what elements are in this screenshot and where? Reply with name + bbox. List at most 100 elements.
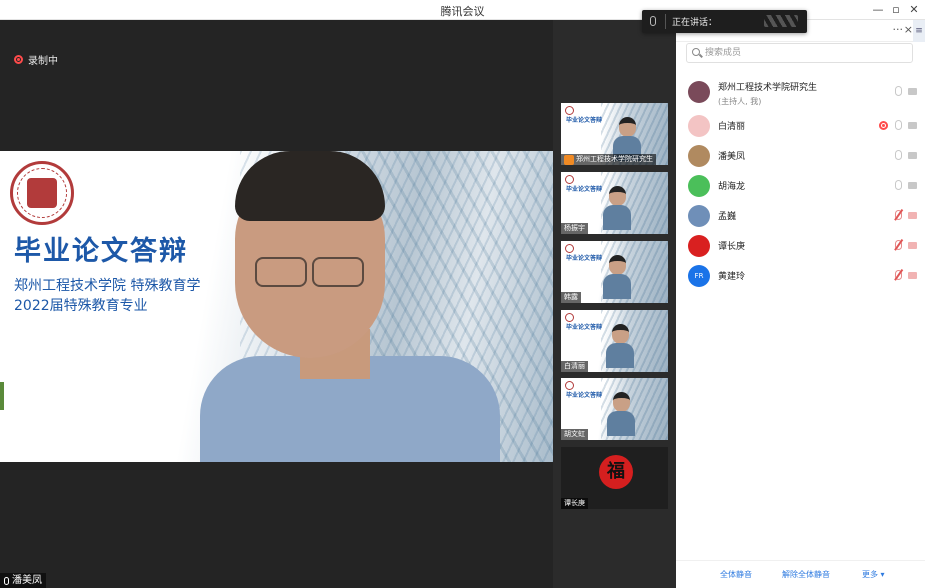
microphone-icon[interactable]	[895, 180, 902, 190]
speaker-glasses-right	[312, 257, 364, 287]
participant-row[interactable]: 白清丽	[676, 111, 925, 141]
video-tile[interactable]: 毕业论文答辩 郑州工程技术学院研究生	[561, 103, 668, 165]
close-window-button[interactable]: ✕	[905, 2, 923, 18]
tile-slide-title: 毕业论文答辩	[566, 392, 603, 399]
participant-name: 黄建玲	[718, 272, 746, 282]
speaking-indicator-popup: 正在讲话：	[642, 10, 807, 33]
main-speaker-name-tag: 潘美凤	[0, 573, 46, 588]
participant-row[interactable]: FR 黄建玲	[676, 261, 925, 291]
avatar	[688, 175, 710, 197]
speaker-video	[200, 151, 500, 462]
participant-row[interactable]: 孟巍	[676, 201, 925, 231]
tile-name: 韩露	[564, 293, 578, 301]
tile-name: 谭长庚	[564, 499, 585, 507]
shared-slide-video: 毕业论文答辩 郑州工程技术学院 特殊教育学 2022届特殊教育专业	[0, 151, 553, 462]
video-tile-label: 杨振宇	[561, 223, 588, 234]
camera-icon[interactable]	[908, 122, 917, 129]
mini-seal-logo	[565, 106, 574, 115]
participant-video-person	[603, 186, 631, 230]
maximize-button[interactable]: ▫	[887, 2, 905, 18]
microphone-muted-icon[interactable]	[895, 240, 902, 250]
speaker-hair	[235, 151, 385, 221]
video-tile[interactable]: 毕业论文答辩 白清丽	[561, 310, 668, 372]
avatar: FR	[688, 265, 710, 287]
video-tile[interactable]: 福 谭长庚	[561, 447, 668, 509]
participant-name: 孟巍	[718, 212, 737, 222]
speaker-glasses-left	[255, 257, 307, 287]
video-tile[interactable]: 毕业论文答辩 胡文虹	[561, 378, 668, 440]
video-tile-label: 郑州工程技术学院研究生	[561, 154, 656, 165]
participant-name: 谭长庚	[718, 242, 746, 252]
microphone-muted-icon[interactable]	[895, 270, 902, 280]
panel-footer: 全体静音 解除全体静音 更多 ▾	[676, 560, 925, 588]
microphone-icon[interactable]	[895, 150, 902, 160]
participant-video-person	[607, 392, 635, 436]
slide-subtitle-major: 2022届特殊教育专业	[14, 298, 148, 314]
participant-video-person	[603, 255, 631, 299]
person-head	[619, 117, 636, 137]
person-head	[609, 186, 626, 206]
participant-role: (主持人, 我)	[718, 97, 762, 106]
university-seal-logo	[10, 161, 74, 225]
member-search-input[interactable]: 搜索成员	[686, 43, 913, 63]
participant-name: 潘美凤	[718, 152, 746, 162]
participant-row[interactable]: 胡海龙	[676, 171, 925, 201]
more-options-button[interactable]: ···	[893, 23, 904, 36]
video-tile-label: 胡文虹	[561, 429, 588, 440]
tile-slide-title: 毕业论文答辩	[566, 186, 603, 193]
microphone-icon	[4, 576, 9, 585]
divider	[665, 14, 666, 29]
participant-video-person	[606, 324, 634, 368]
volume-indicator	[0, 382, 4, 410]
meeting-window: 腾讯会议 — ▫ ✕ 录制中 毕业论文答辩 郑州工程技术学院 特殊教育学 202…	[0, 0, 925, 588]
unmute-all-button[interactable]: 解除全体静音	[782, 569, 830, 580]
microphone-icon[interactable]	[895, 86, 902, 96]
camera-icon[interactable]	[908, 152, 917, 159]
microphone-icon[interactable]	[895, 120, 902, 130]
mini-seal-logo	[565, 175, 574, 184]
avatar	[688, 81, 710, 103]
person-body	[603, 205, 631, 230]
record-icon	[14, 55, 23, 64]
participant-list: 郑州工程技术学院研究生 (主持人, 我) 白清丽 潘美凤 胡海龙 孟巍 谭长庚 …	[676, 77, 925, 291]
tile-name: 杨振宇	[564, 224, 585, 232]
video-tile-label: 谭长庚	[561, 498, 588, 509]
camera-icon[interactable]	[908, 182, 917, 189]
tile-slide-title: 毕业论文答辩	[566, 324, 603, 331]
tile-name: 胡文虹	[564, 430, 585, 438]
avatar	[688, 235, 710, 257]
main-video-stage[interactable]: 录制中 毕业论文答辩 郑州工程技术学院 特殊教育学 2022届特殊教育专业 潘美…	[0, 20, 553, 588]
avatar	[688, 205, 710, 227]
close-panel-button[interactable]: ×	[904, 23, 913, 36]
camera-off-icon[interactable]	[908, 212, 917, 219]
person-body	[603, 274, 631, 299]
participant-row[interactable]: 谭长庚	[676, 231, 925, 261]
members-panel: ··· × ≡ 搜索成员 郑州工程技术学院研究生 (主持人, 我) 白清丽 潘美…	[676, 20, 925, 588]
camera-off-icon[interactable]	[908, 272, 917, 279]
participant-name: 胡海龙	[718, 182, 746, 192]
tile-name: 郑州工程技术学院研究生	[576, 155, 653, 163]
camera-icon[interactable]	[908, 88, 917, 95]
video-tile[interactable]: 毕业论文答辩 杨振宇	[561, 172, 668, 234]
menu-icon[interactable]: ≡	[913, 20, 925, 42]
slide-subtitle-school: 郑州工程技术学院 特殊教育学	[14, 278, 201, 294]
mini-seal-logo	[565, 244, 574, 253]
speaking-text: 正在讲话：	[672, 18, 718, 28]
person-body	[607, 411, 635, 436]
tile-name: 白清丽	[564, 362, 585, 370]
minimize-button[interactable]: —	[869, 2, 887, 18]
video-tile-label: 白清丽	[561, 361, 588, 372]
participant-name: 白清丽	[718, 122, 746, 132]
participant-row[interactable]: 潘美凤	[676, 141, 925, 171]
avatar	[688, 145, 710, 167]
more-button[interactable]: 更多 ▾	[862, 569, 885, 580]
recording-indicator[interactable]: 录制中	[14, 52, 58, 67]
camera-off-icon[interactable]	[908, 242, 917, 249]
person-head	[613, 392, 630, 412]
video-tile[interactable]: 毕业论文答辩 韩露	[561, 241, 668, 303]
participant-row[interactable]: 郑州工程技术学院研究生 (主持人, 我)	[676, 77, 925, 111]
mini-seal-logo	[565, 381, 574, 390]
search-placeholder: 搜索成员	[705, 48, 742, 58]
microphone-muted-icon[interactable]	[895, 210, 902, 220]
mute-all-button[interactable]: 全体静音	[720, 569, 752, 580]
